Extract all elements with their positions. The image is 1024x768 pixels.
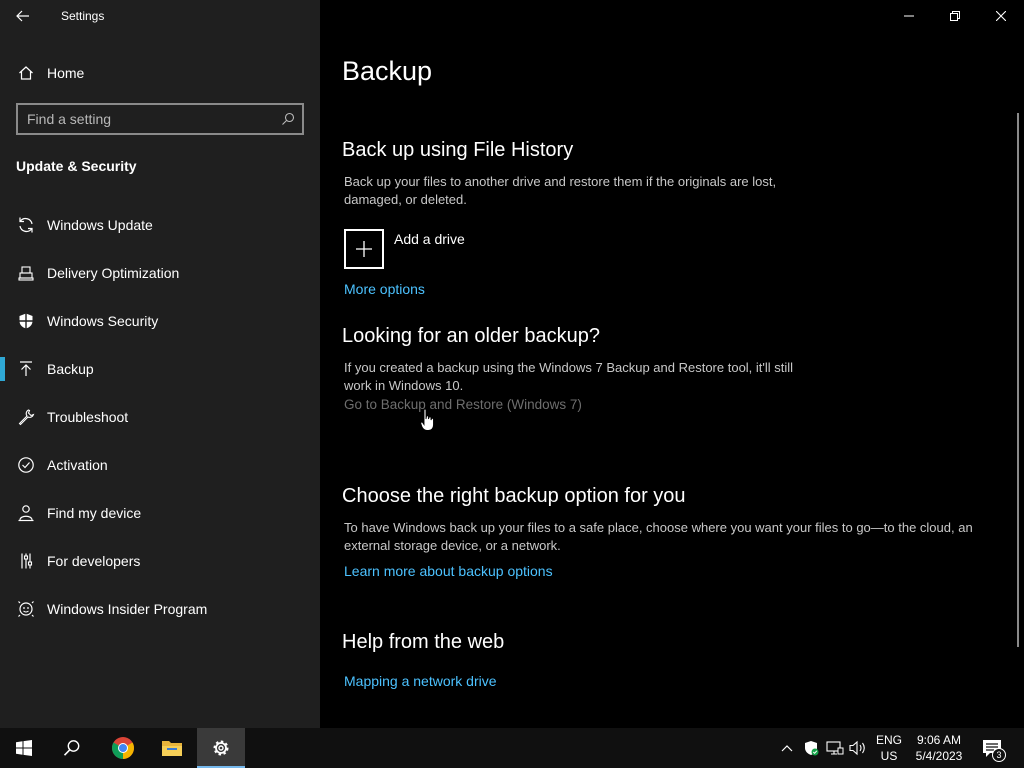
show-hidden-icons-button[interactable] <box>777 738 797 758</box>
backup-restore-windows7-link[interactable]: Go to Backup and Restore (Windows 7) <box>344 397 582 412</box>
volume-icon <box>849 740 865 756</box>
title-bar-left: Settings <box>0 0 320 32</box>
chevron-up-icon <box>781 745 793 752</box>
sidebar-item-windows-update[interactable]: Windows Update <box>0 201 320 249</box>
sidebar-item-label: Backup <box>47 361 94 377</box>
search-input[interactable] <box>18 111 274 127</box>
delivery-optimization-icon <box>16 263 36 283</box>
sidebar-item-label: Windows Insider Program <box>47 601 208 617</box>
person-location-icon <box>16 503 36 523</box>
sidebar-item-find-my-device[interactable]: Find my device <box>0 489 320 537</box>
mapping-network-drive-link[interactable]: Mapping a network drive <box>344 673 497 689</box>
security-shield-tray-icon <box>805 741 819 756</box>
language-indicator[interactable]: ENG US <box>874 732 904 764</box>
hand-cursor-icon <box>420 408 434 431</box>
add-drive-label: Add a drive <box>394 231 465 247</box>
check-circle-icon <box>16 455 36 475</box>
older-backup-heading: Looking for an older backup? <box>342 325 600 347</box>
close-icon <box>996 11 1006 21</box>
sidebar-item-activation[interactable]: Activation <box>0 441 320 489</box>
sidebar-item-label: Windows Update <box>47 217 153 233</box>
wrench-icon <box>16 407 36 427</box>
search-icon[interactable] <box>274 105 302 133</box>
learn-more-backup-link[interactable]: Learn more about backup options <box>344 563 553 579</box>
network-icon <box>826 741 844 755</box>
sidebar: Settings Home Update & Security Windows … <box>0 0 320 728</box>
start-icon <box>16 740 32 756</box>
taskbar-file-explorer[interactable] <box>148 728 196 768</box>
help-web-heading: Help from the web <box>342 631 505 653</box>
taskbar-settings[interactable] <box>197 728 245 768</box>
plus-icon <box>344 229 384 269</box>
sidebar-item-home[interactable]: Home <box>0 57 320 89</box>
language-region: US <box>880 749 898 763</box>
sidebar-item-label: For developers <box>47 553 141 569</box>
taskbar: ENG US 9:06 AM 5/4/2023 3 <box>0 728 1024 768</box>
backup-upload-icon <box>16 359 36 379</box>
main-content: Backup Back up using File History Back u… <box>320 0 1024 728</box>
scrollbar[interactable] <box>1017 113 1019 647</box>
clock[interactable]: 9:06 AM 5/4/2023 <box>909 732 969 764</box>
sidebar-item-label: Activation <box>47 457 108 473</box>
language-code: ENG <box>875 733 902 747</box>
clock-time: 9:06 AM <box>916 733 962 747</box>
sidebar-item-windows-insider-program[interactable]: Windows Insider Program <box>0 585 320 633</box>
taskbar-search-button[interactable] <box>48 728 96 768</box>
search-icon <box>63 740 80 756</box>
taskbar-chrome[interactable] <box>99 728 147 768</box>
back-arrow-icon <box>16 10 29 22</box>
more-options-link[interactable]: More options <box>344 281 425 297</box>
back-button[interactable] <box>0 0 46 32</box>
page-title: Backup <box>342 56 433 86</box>
window-controls <box>886 0 1024 32</box>
choose-backup-heading: Choose the right backup option for you <box>342 485 686 507</box>
shield-icon <box>16 311 36 331</box>
volume-tray[interactable] <box>848 738 868 758</box>
sidebar-nav: Windows Update Delivery Optimization Win… <box>0 201 320 633</box>
sidebar-item-delivery-optimization[interactable]: Delivery Optimization <box>0 249 320 297</box>
settings-gear-icon <box>213 740 229 756</box>
network-tray[interactable] <box>825 738 845 758</box>
restore-icon <box>950 11 960 21</box>
sidebar-item-troubleshoot[interactable]: Troubleshoot <box>0 393 320 441</box>
home-icon <box>16 63 36 83</box>
sidebar-item-label: Windows Security <box>47 313 159 329</box>
section-title: Update & Security <box>16 158 137 174</box>
windows-security-tray[interactable] <box>801 738 821 758</box>
notification-count-badge: 3 <box>992 748 1006 762</box>
clock-date: 5/4/2023 <box>915 749 963 763</box>
refresh-icon <box>16 215 36 235</box>
developer-tools-icon <box>16 551 36 571</box>
sidebar-item-label: Troubleshoot <box>47 409 129 425</box>
minimize-icon <box>904 15 914 17</box>
sidebar-item-label: Delivery Optimization <box>47 265 180 281</box>
sidebar-item-backup[interactable]: Backup <box>0 345 320 393</box>
file-history-description: Back up your files to another drive and … <box>344 174 777 207</box>
file-history-heading: Back up using File History <box>342 139 574 161</box>
sidebar-item-for-developers[interactable]: For developers <box>0 537 320 585</box>
search-box[interactable] <box>16 103 304 135</box>
home-label: Home <box>47 65 85 81</box>
add-drive-button[interactable]: Add a drive <box>344 229 465 269</box>
insider-smiley-icon <box>16 599 36 619</box>
start-button[interactable] <box>0 728 48 768</box>
choose-backup-description: To have Windows back up your files to a … <box>344 520 973 553</box>
sidebar-item-windows-security[interactable]: Windows Security <box>0 297 320 345</box>
close-button[interactable] <box>978 0 1024 32</box>
chrome-icon <box>112 737 134 759</box>
file-explorer-icon <box>162 741 182 756</box>
sidebar-item-label: Find my device <box>47 505 142 521</box>
restore-button[interactable] <box>932 0 978 32</box>
minimize-button[interactable] <box>886 0 932 32</box>
older-backup-description: If you created a backup using the Window… <box>344 360 794 393</box>
app-title: Settings <box>61 9 105 23</box>
